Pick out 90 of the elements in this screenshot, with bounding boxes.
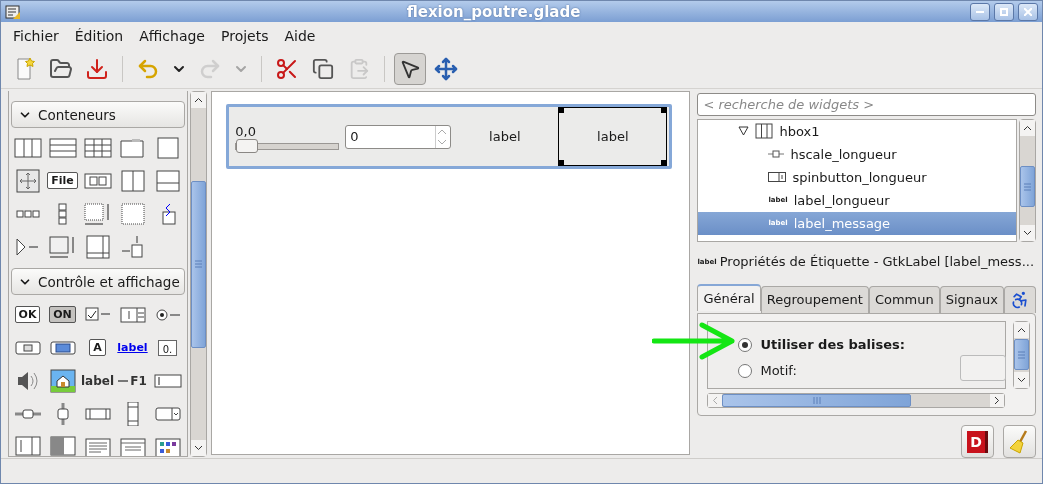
tree-row[interactable]: hscale_longueur [698,142,1016,166]
tab[interactable]: Signaux [939,285,1004,313]
section-title: Conteneurs [38,106,116,123]
tree-label: hbox1 [779,123,820,139]
columns-icon [11,135,44,160]
accessibility-icon [1010,289,1030,310]
palette-item[interactable]: label [80,364,115,397]
close-button[interactable] [1018,2,1038,21]
rows-icon [46,135,79,160]
value-box-icon: 0. [157,339,178,356]
hbox-widget[interactable]: 0,0 0 label label [226,104,673,169]
scrollbar[interactable] [707,392,1006,408]
radio-option[interactable]: Utiliser des balises: [738,331,905,358]
tab[interactable]: Commun [868,285,940,313]
scrollbar[interactable] [1013,320,1030,389]
scissors-icon [275,57,299,81]
accel-text-icon: F1 [130,373,147,388]
tab[interactable] [1004,285,1036,313]
pointer-icon [399,58,421,80]
menu-item[interactable]: Aide [276,28,324,44]
grip-icon[interactable] [1018,350,1025,359]
label-icon: label [80,373,115,388]
folder-icon [49,57,73,81]
palette-item[interactable]: label [115,331,150,364]
copy-icon [312,58,334,80]
minimize-icon [976,10,984,13]
close-icon [1024,7,1032,16]
tree-label: label_message [793,215,891,231]
palette-item[interactable]: OK [10,298,45,331]
minimize-button[interactable] [970,2,990,21]
menu-item[interactable]: Fichier [5,28,67,44]
radio-option[interactable]: Motif: [738,357,797,384]
app-icon [5,3,21,20]
section-header[interactable]: Contrôle et affichage [11,268,185,295]
palette-item[interactable]: 0. [150,331,185,364]
tree-label: hscale_longueur [790,146,897,162]
tab[interactable]: Général [697,283,761,311]
redo-icon [198,57,222,81]
grip-icon[interactable] [1024,182,1031,191]
search-field[interactable]: < recherche de widgets > [697,93,1036,116]
dots-row-icon [15,209,40,218]
framed-text-icon: File [47,172,78,189]
tree-label: label_longueur [793,192,890,208]
link-icon: label [117,341,148,354]
palette-item[interactable]: F1 [115,364,150,397]
maximize-button[interactable] [994,2,1014,21]
palette-item[interactable]: A [80,331,115,364]
save-icon [85,57,109,81]
spin-icon [768,172,787,183]
scrollbar[interactable] [1019,118,1036,242]
scale-reading: 0,0 [235,123,257,139]
move-icon [434,57,458,81]
tab[interactable]: Regroupement [760,285,869,313]
canvas-label[interactable]: label [558,107,668,166]
text-field[interactable] [960,354,1006,381]
scrollbar[interactable] [190,91,207,457]
scale-track[interactable] [235,142,340,150]
book-icon: D [967,430,988,453]
menu-item[interactable]: Édition [66,28,132,44]
section-title: Contrôle et affichage [38,273,180,290]
tree-label: spinbutton_longueur [792,169,927,185]
scale-thumb[interactable] [236,138,259,153]
grid-icon [81,135,114,160]
columns-icon [755,123,774,140]
section-header[interactable]: Conteneurs [11,101,185,128]
grip-icon[interactable] [195,260,202,269]
toggle-icon: ON [49,306,76,323]
menu-item[interactable]: Affichage [131,28,213,44]
button-icon: OK [14,306,41,323]
toolbar-button[interactable] [394,53,426,85]
menu-item[interactable]: Projets [213,28,277,44]
expanded-triangle-icon[interactable] [738,126,750,137]
documentation-button[interactable]: D [961,425,994,458]
slider-icon [768,149,785,160]
vslider-icon [56,401,69,426]
palette-item[interactable]: File [45,164,80,197]
tree-row[interactable]: spinbutton_longueur [698,165,1016,189]
dash-icon [118,378,129,383]
window-title: flexion_poutre.glade [405,2,582,21]
dots-column-icon [58,202,67,225]
properties-title: Propriétés de Étiquette - GtkLabel [label_mess... [719,254,1035,270]
grip-icon[interactable] [812,396,821,404]
tree-row[interactable]: hbox1 [698,119,1016,143]
paste-icon [348,58,370,80]
palette-item[interactable]: ON [45,298,80,331]
canvas-label[interactable]: label [451,107,559,166]
undo-icon [136,57,160,81]
maximize-icon [1000,7,1008,16]
button-icon: A [89,339,106,356]
clear-button[interactable] [1003,425,1036,458]
